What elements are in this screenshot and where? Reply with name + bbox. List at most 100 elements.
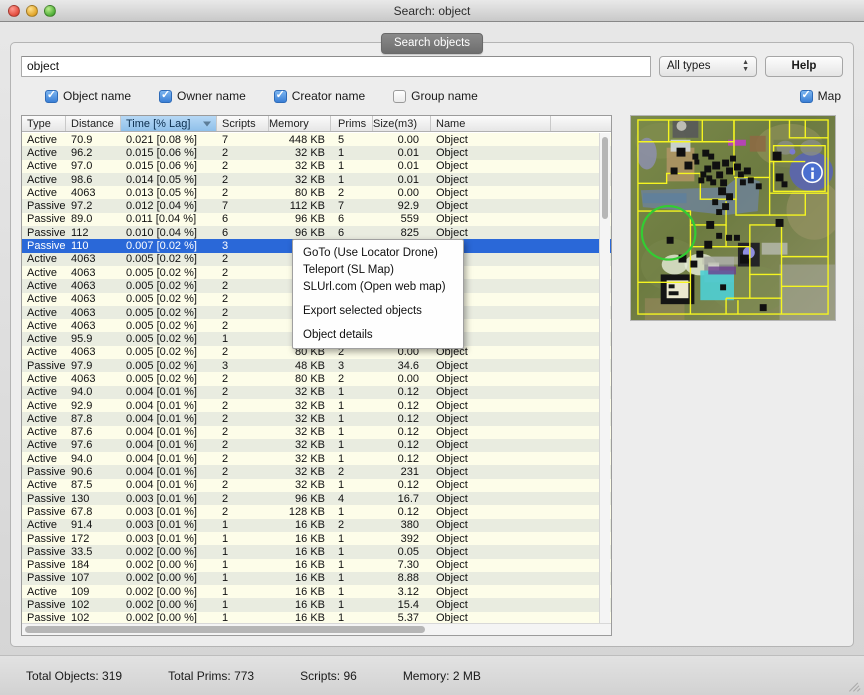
search-input[interactable] bbox=[21, 55, 651, 77]
table-row[interactable]: Active 91.4 0.003 [0.01 %] 1 16 KB 2 380 Object bbox=[22, 518, 611, 532]
resize-grip-icon[interactable] bbox=[848, 679, 862, 693]
table-cell-scr: 1 bbox=[222, 599, 229, 612]
table-row[interactable]: Passive 184 0.002 [0.00 %] 1 16 KB 1 7.30 Objec… bbox=[22, 558, 611, 572]
table-row[interactable]: Active 70.9 0.021 [0.08 %] 7 448 KB 5 0.00 Obje… bbox=[22, 133, 611, 147]
table-cell-scr: 3 bbox=[222, 359, 229, 372]
objects-table: Type Distance Time [% Lag] Scripts Memory Pri… bbox=[21, 115, 612, 636]
table-cell-size: 231 bbox=[400, 466, 419, 479]
checkbox-group-name[interactable]: Group name bbox=[393, 89, 478, 103]
zoom-button[interactable] bbox=[44, 5, 56, 17]
close-button[interactable] bbox=[8, 5, 20, 17]
context-menu-item[interactable]: Export selected objects bbox=[293, 302, 463, 319]
column-header-prim[interactable]: Prims bbox=[331, 116, 373, 131]
table-cell-dist: 92.9 bbox=[71, 399, 93, 412]
table-cell-scr: 1 bbox=[222, 333, 229, 346]
table-row[interactable]: Passive 130 0.003 [0.01 %] 2 96 KB 4 16.7 Objec… bbox=[22, 492, 611, 506]
tab-search-objects[interactable]: Search objects bbox=[380, 32, 484, 54]
table-row[interactable]: Passive 97.2 0.012 [0.04 %] 7 112 KB 7 92.9 Obj… bbox=[22, 199, 611, 213]
table-row[interactable]: Active 4063 0.005 [0.02 %] 2 80 KB 2 0.00 Objec… bbox=[22, 372, 611, 386]
table-cell-name: Object bbox=[436, 519, 468, 532]
table-cell-time: 0.005 [0.02 %] bbox=[126, 359, 197, 372]
table-cell-scr: 2 bbox=[222, 426, 229, 439]
table-row[interactable]: Passive 67.8 0.003 [0.01 %] 2 128 KB 1 0.12 Obj… bbox=[22, 505, 611, 519]
horizontal-scrollbar-thumb[interactable] bbox=[25, 626, 425, 633]
table-cell-type: Active bbox=[27, 386, 57, 399]
table-cell-size: 0.01 bbox=[397, 146, 419, 159]
table-row[interactable]: Active 87.8 0.004 [0.01 %] 2 32 KB 1 0.12 Objec… bbox=[22, 412, 611, 426]
checkbox-map[interactable]: Map bbox=[799, 89, 841, 103]
checkbox-label: Group name bbox=[411, 89, 478, 103]
column-header-mem[interactable]: Memory bbox=[269, 116, 331, 131]
column-header-dist[interactable]: Distance bbox=[66, 116, 121, 131]
table-cell-size: 0.05 bbox=[397, 545, 419, 558]
table-cell-size: 0.12 bbox=[397, 426, 419, 439]
table-row[interactable]: Active 96.2 0.015 [0.06 %] 2 32 KB 1 0.01 Objec… bbox=[22, 146, 611, 160]
column-header-time[interactable]: Time [% Lag] bbox=[121, 116, 217, 131]
checkbox-label: Object name bbox=[63, 89, 132, 103]
table-cell-size: 0.00 bbox=[397, 372, 419, 385]
column-header-scr[interactable]: Scripts bbox=[217, 116, 269, 131]
table-row[interactable]: Passive 89.0 0.011 [0.04 %] 6 96 KB 6 559 Objec… bbox=[22, 212, 611, 227]
table-cell-scr: 2 bbox=[222, 186, 229, 199]
table-row[interactable]: Passive 90.6 0.004 [0.01 %] 2 32 KB 2 231 Objec… bbox=[22, 465, 611, 479]
vertical-scrollbar-thumb[interactable] bbox=[602, 137, 608, 219]
window-controls bbox=[8, 5, 56, 17]
column-header-type[interactable]: Type bbox=[22, 116, 66, 131]
table-cell-type: Passive bbox=[27, 532, 66, 545]
table-cell-prim: 1 bbox=[338, 386, 345, 399]
context-menu-item[interactable]: SLUrl.com (Open web map) bbox=[293, 278, 463, 295]
help-button[interactable]: Help bbox=[765, 55, 843, 77]
table-cell-type: Passive bbox=[27, 213, 66, 226]
vertical-scrollbar[interactable] bbox=[599, 133, 610, 623]
table-row[interactable]: Passive 172 0.003 [0.01 %] 1 16 KB 1 392 Object bbox=[22, 531, 611, 546]
table-cell-scr: 1 bbox=[222, 519, 229, 532]
world-map[interactable] bbox=[629, 115, 836, 321]
table-row[interactable]: Active 87.5 0.004 [0.01 %] 2 32 KB 1 0.12 Objec… bbox=[22, 478, 611, 493]
table-row[interactable]: Passive 112 0.010 [0.04 %] 6 96 KB 6 825 Object bbox=[22, 226, 611, 240]
table-row[interactable]: Passive 33.5 0.002 [0.00 %] 1 16 KB 1 0.05 Obje… bbox=[22, 545, 611, 559]
table-cell-size: 0.12 bbox=[397, 452, 419, 465]
table-cell-size: 559 bbox=[400, 213, 419, 226]
context-menu-item[interactable]: Teleport (SL Map) bbox=[293, 261, 463, 278]
table-cell-mem: 16 KB bbox=[295, 585, 325, 598]
table-row[interactable]: Active 4063 0.013 [0.05 %] 2 80 KB 2 0.00 Objec… bbox=[22, 186, 611, 200]
column-header-size[interactable]: Size(m3) bbox=[373, 116, 431, 131]
table-cell-mem: 32 KB bbox=[295, 452, 325, 465]
table-cell-dist: 87.5 bbox=[71, 479, 93, 492]
table-cell-type: Active bbox=[27, 186, 57, 199]
table-cell-prim: 1 bbox=[338, 559, 345, 572]
table-row[interactable]: Active 97.6 0.004 [0.01 %] 2 32 KB 1 0.12 Objec… bbox=[22, 438, 611, 453]
table-row[interactable]: Passive 102 0.002 [0.00 %] 1 16 KB 1 5.37 Objec… bbox=[22, 611, 611, 623]
table-cell-name: Object bbox=[436, 372, 468, 385]
horizontal-scrollbar[interactable] bbox=[22, 623, 611, 635]
table-row[interactable]: Active 94.0 0.004 [0.01 %] 2 32 KB 1 0.12 Objec… bbox=[22, 385, 611, 399]
table-row[interactable]: Active 92.9 0.004 [0.01 %] 2 32 KB 1 0.12 Objec… bbox=[22, 398, 611, 413]
table-cell-type: Active bbox=[27, 426, 57, 439]
context-menu-item[interactable]: GoTo (Use Locator Drone) bbox=[293, 244, 463, 261]
checkbox-creator-name[interactable]: Creator name bbox=[273, 89, 365, 103]
table-row[interactable]: Active 87.6 0.004 [0.01 %] 2 32 KB 1 0.12 Objec… bbox=[22, 425, 611, 439]
checkbox-object-name[interactable]: Object name bbox=[45, 89, 131, 103]
table-row[interactable]: Active 94.0 0.004 [0.01 %] 2 32 KB 1 0.12 Objec… bbox=[22, 452, 611, 466]
table-row[interactable]: Passive 102 0.002 [0.00 %] 1 16 KB 1 15.4 Objec… bbox=[22, 598, 611, 612]
table-cell-mem: 16 KB bbox=[295, 545, 325, 558]
table-cell-scr: 2 bbox=[222, 160, 229, 173]
table-row[interactable]: Passive 107 0.002 [0.00 %] 1 16 KB 1 8.88 Objec… bbox=[22, 571, 611, 586]
table-cell-dist: 4063 bbox=[71, 186, 96, 199]
table-row[interactable]: Passive 97.9 0.005 [0.02 %] 3 48 KB 3 34.6 Obje… bbox=[22, 359, 611, 373]
context-menu-item[interactable]: Object details bbox=[293, 326, 463, 343]
table-cell-scr: 2 bbox=[222, 505, 229, 518]
table-cell-time: 0.021 [0.08 %] bbox=[126, 133, 197, 146]
table-cell-name: Object bbox=[436, 426, 468, 439]
table-row[interactable]: Active 97.0 0.015 [0.06 %] 2 32 KB 1 0.01 Objec… bbox=[22, 159, 611, 173]
minimize-button[interactable] bbox=[26, 5, 38, 17]
table-row[interactable]: Active 98.6 0.014 [0.05 %] 2 32 KB 1 0.01 Objec… bbox=[22, 172, 611, 187]
checkbox-label: Owner name bbox=[177, 89, 246, 103]
column-header-name[interactable]: Name bbox=[431, 116, 551, 131]
table-cell-name: Object bbox=[436, 146, 468, 159]
context-menu[interactable]: GoTo (Use Locator Drone) Teleport (SL Map… bbox=[292, 239, 464, 349]
type-filter-select[interactable]: All types ▲ ▼ bbox=[659, 55, 757, 77]
table-cell-size: 0.00 bbox=[397, 133, 419, 146]
table-row[interactable]: Active 109 0.002 [0.00 %] 1 16 KB 1 3.12 Object bbox=[22, 585, 611, 599]
checkbox-owner-name[interactable]: Owner name bbox=[159, 89, 246, 103]
